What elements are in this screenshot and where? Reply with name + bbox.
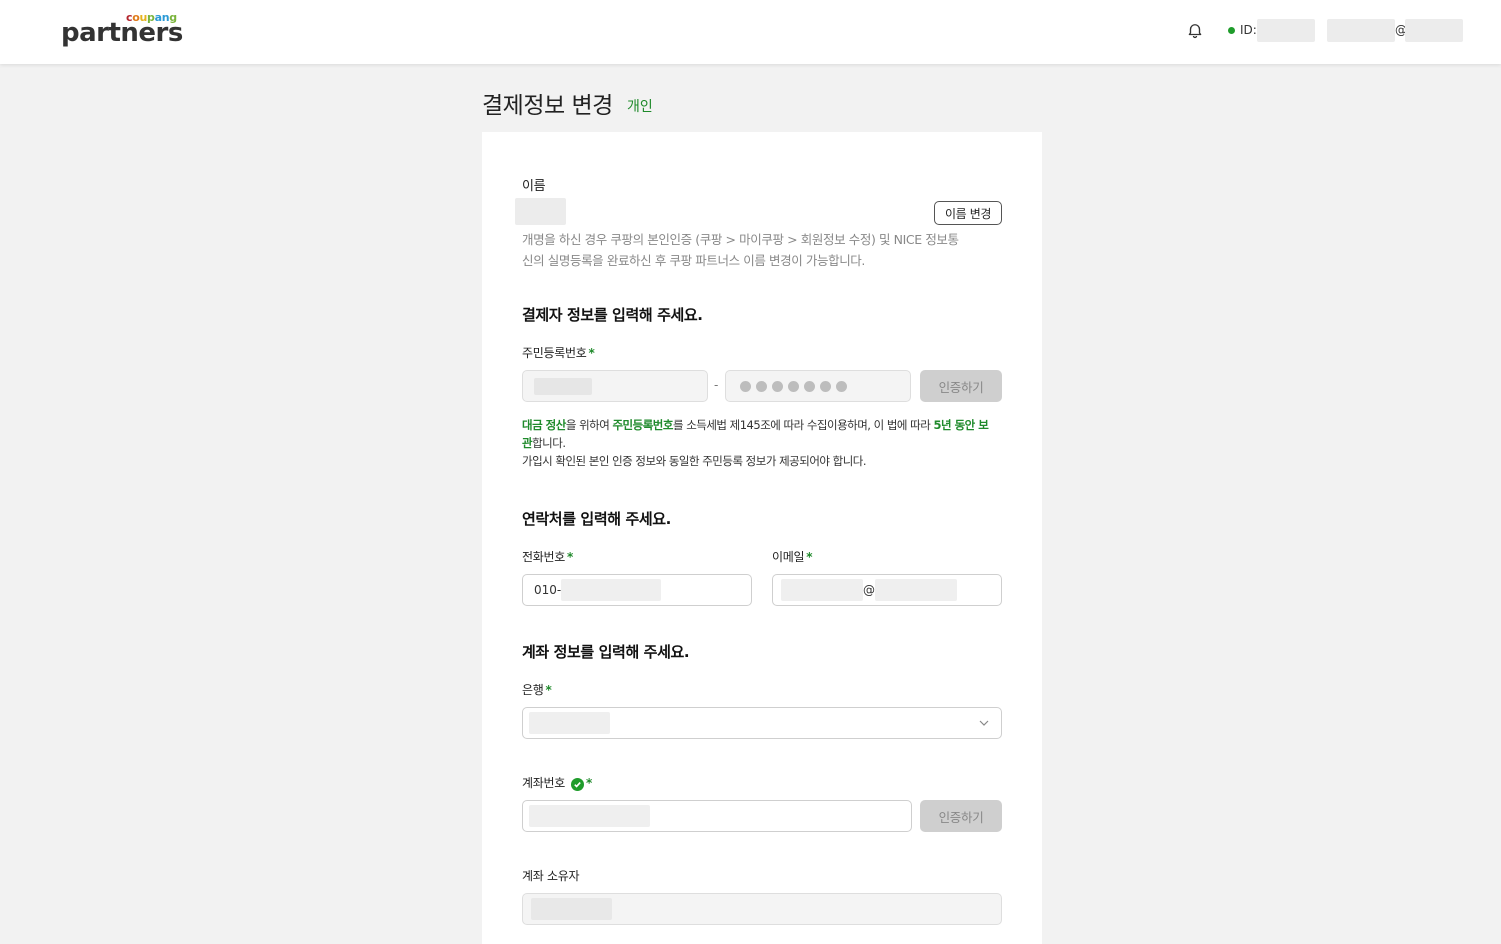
- coupang-partners-logo[interactable]: coupang partners: [61, 9, 183, 49]
- page-subtitle: 개인: [627, 99, 653, 115]
- email-label: 이메일 *: [772, 550, 813, 564]
- account-number-label: 계좌번호 *: [522, 776, 592, 791]
- rrn-front-input[interactable]: [522, 370, 708, 402]
- phone-prefix: 010-: [534, 583, 562, 597]
- logo-partners-text: partners: [61, 18, 183, 48]
- user-id-value: [1257, 19, 1315, 42]
- phone-input[interactable]: 010-: [522, 574, 752, 606]
- account-number-input[interactable]: [522, 800, 912, 832]
- rrn-notice: 대금 정산을 위하여 주민등록번호를 소득세법 제145조에 따라 수집이용하며…: [522, 418, 989, 468]
- email-input[interactable]: @: [772, 574, 1002, 606]
- rrn-dash: -: [714, 378, 719, 392]
- user-email-domain: [1405, 19, 1463, 42]
- phone-label: 전화번호 *: [522, 550, 573, 564]
- bank-label: 은행 *: [522, 683, 552, 697]
- page-title: 결제정보 변경: [482, 93, 613, 119]
- top-header: coupang partners ID: @: [0, 0, 1501, 64]
- contact-section-title: 연락처를 입력해 주세요.: [522, 510, 671, 528]
- rrn-label: 주민등록번호 *: [522, 346, 595, 360]
- account-holder-input: [522, 893, 1002, 925]
- masked-dots: [740, 380, 847, 392]
- name-value: [515, 198, 566, 225]
- check-circle-icon: [570, 778, 584, 791]
- account-number-value: [529, 805, 650, 827]
- rrn-back-input[interactable]: [725, 370, 911, 402]
- chevron-down-icon: [979, 720, 989, 726]
- account-verify-button[interactable]: 인증하기: [920, 800, 1002, 832]
- bank-select[interactable]: [522, 707, 1002, 739]
- name-label: 이름: [522, 179, 546, 194]
- name-change-note: 개명을 하신 경우 쿠팡의 본인인증 (쿠팡 > 마이쿠팡 > 회원정보 수정)…: [522, 232, 959, 268]
- bell-icon[interactable]: [1186, 21, 1204, 39]
- phone-value: [561, 579, 662, 601]
- email-at-sign: @: [863, 583, 875, 597]
- payment-info-form: 이름 이름 변경 개명을 하신 경우 쿠팡의 본인인증 (쿠팡 > 마이쿠팡 >…: [482, 132, 1042, 944]
- bank-selected-value: [529, 712, 610, 734]
- account-section-title: 계좌 정보를 입력해 주세요.: [522, 643, 690, 661]
- email-domain-value: [875, 579, 957, 601]
- account-holder-label: 계좌 소유자: [522, 869, 580, 883]
- name-change-button[interactable]: 이름 변경: [934, 201, 1002, 225]
- email-local-value: [781, 579, 863, 601]
- rrn-verify-button[interactable]: 인증하기: [920, 370, 1002, 402]
- rrn-front-value: [534, 377, 592, 395]
- online-status-dot: [1228, 27, 1235, 34]
- payer-section-title: 결제자 정보를 입력해 주세요.: [522, 306, 703, 324]
- account-holder-value: [531, 898, 612, 920]
- user-email-local: [1327, 19, 1395, 42]
- user-id-label: ID:: [1240, 23, 1257, 37]
